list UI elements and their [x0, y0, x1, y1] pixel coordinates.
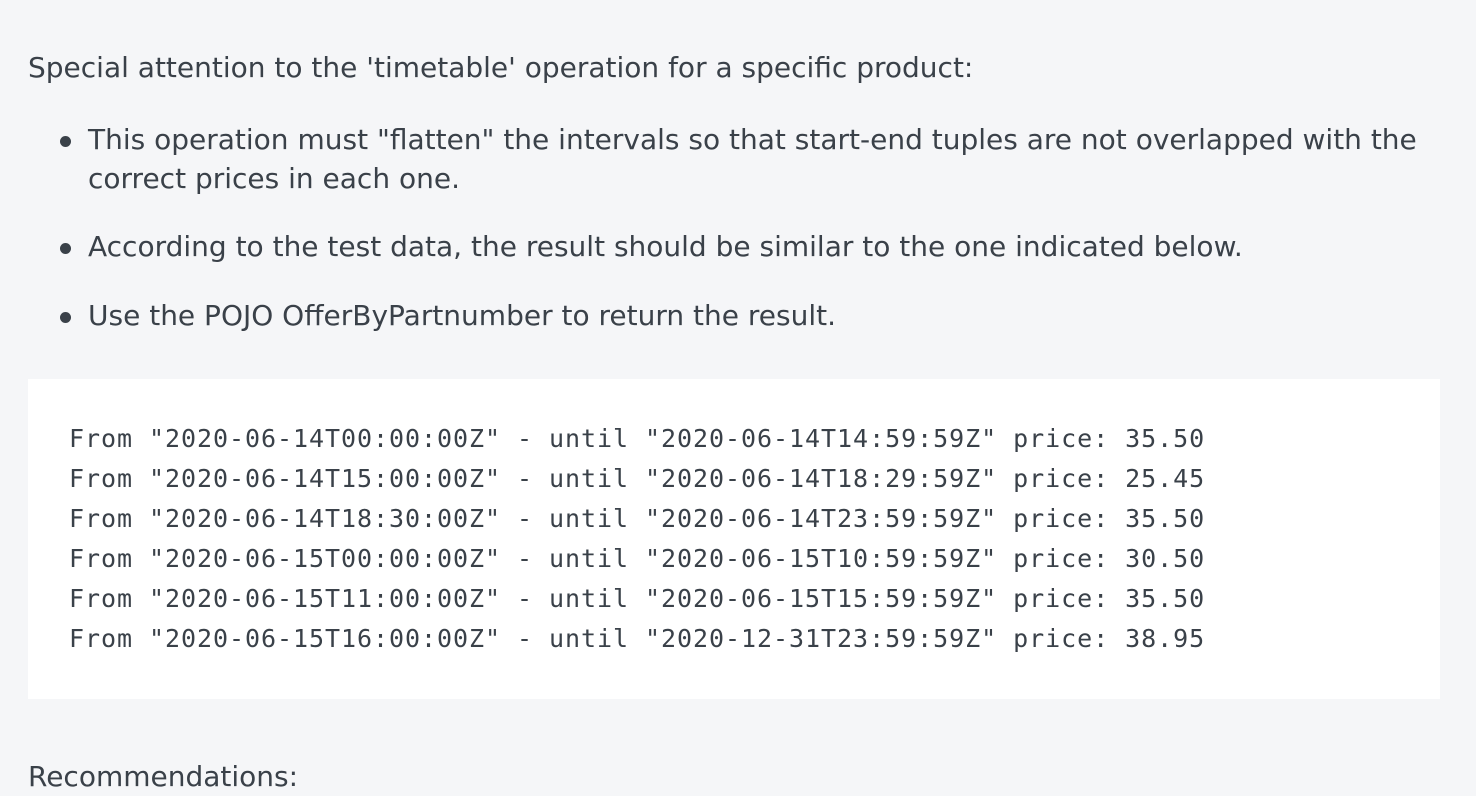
bullet-icon: [60, 136, 71, 147]
bullet-icon: [60, 243, 71, 254]
list-item: This operation must "flatten" the interv…: [28, 120, 1428, 198]
document-page: Special attention to the 'timetable' ope…: [0, 0, 1476, 796]
code-line: From "2020-06-14T15:00:00Z" - until "202…: [69, 464, 1206, 493]
code-line: From "2020-06-14T00:00:00Z" - until "202…: [69, 424, 1206, 453]
bullet-icon: [60, 312, 71, 323]
code-line: From "2020-06-15T11:00:00Z" - until "202…: [69, 584, 1206, 613]
list-item-text: Use the POJO OfferByPartnumber to return…: [88, 299, 836, 332]
list-item-text: According to the test data, the result s…: [88, 230, 1243, 263]
list-item-text: This operation must "flatten" the interv…: [88, 123, 1417, 195]
code-line: From "2020-06-15T00:00:00Z" - until "202…: [69, 544, 1206, 573]
list-item: According to the test data, the result s…: [28, 227, 1428, 266]
code-line: From "2020-06-15T16:00:00Z" - until "202…: [69, 624, 1206, 653]
recommendations-heading: Recommendations:: [28, 760, 299, 793]
code-block[interactable]: From "2020-06-14T00:00:00Z" - until "202…: [28, 379, 1440, 699]
code-line: From "2020-06-14T18:30:00Z" - until "202…: [69, 504, 1206, 533]
list-item: Use the POJO OfferByPartnumber to return…: [28, 296, 1428, 335]
intro-paragraph: Special attention to the 'timetable' ope…: [28, 51, 974, 84]
